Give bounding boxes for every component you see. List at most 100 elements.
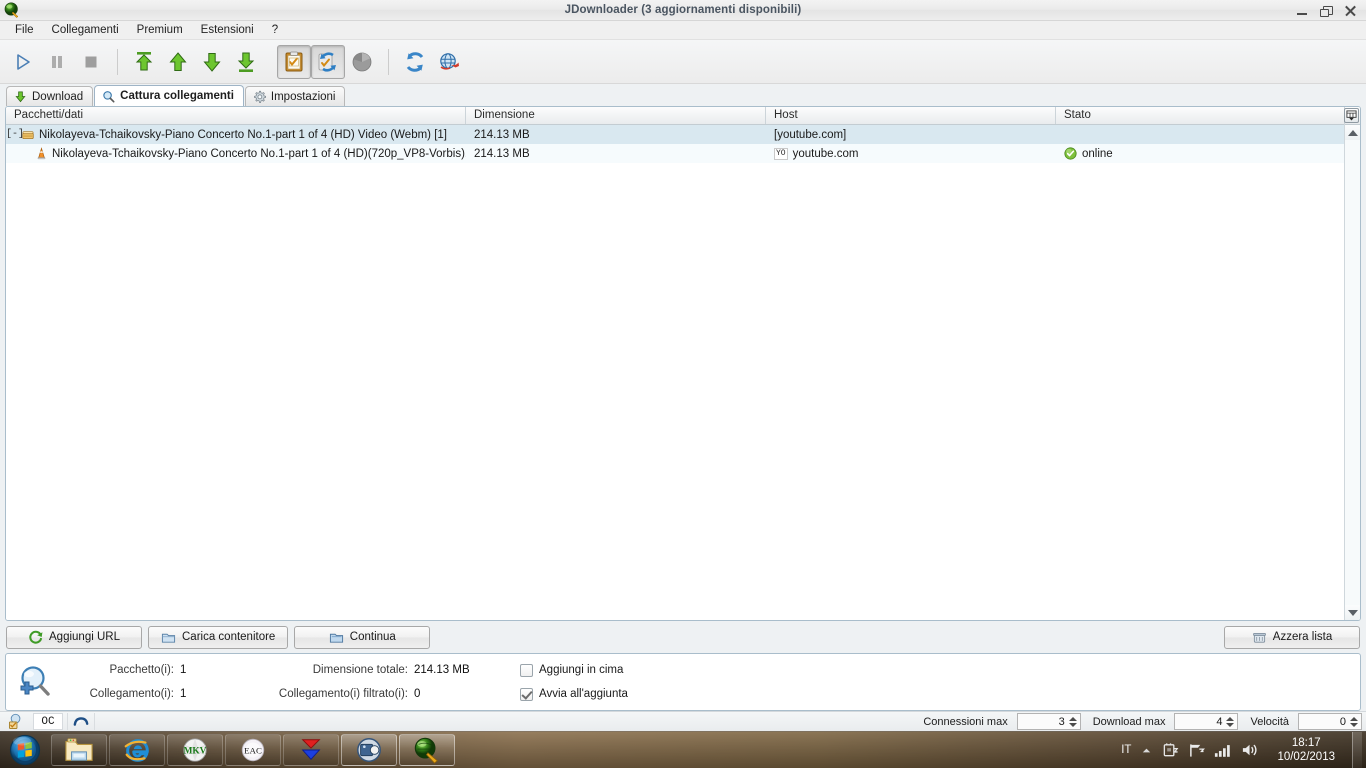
- spinner-up-arrow[interactable]: [1350, 716, 1358, 721]
- column-header-host[interactable]: Host: [766, 107, 1056, 124]
- menu-file[interactable]: File: [6, 21, 43, 39]
- taskbar-media-player[interactable]: [341, 734, 397, 766]
- link-status-icon: [73, 716, 89, 726]
- speaker-icon[interactable]: [1241, 742, 1260, 758]
- spinner-up-arrow[interactable]: [1226, 716, 1235, 721]
- max-downloads-spinner[interactable]: 4: [1174, 713, 1239, 730]
- load-container-button[interactable]: Carica contenitore: [148, 625, 289, 649]
- table-row[interactable]: Nikolayeva-Tchaikovsky-Piano Concerto No…: [6, 144, 1344, 163]
- taskbar-clock[interactable]: 18:17 10/02/2013: [1269, 736, 1343, 764]
- clear-list-button[interactable]: Azzera lista: [1224, 625, 1360, 649]
- add-url-button[interactable]: Aggiungi URL: [6, 625, 142, 649]
- add-url-icon: [29, 630, 43, 644]
- network-flag-icon[interactable]: [1188, 743, 1206, 758]
- tab-download-label: Download: [32, 90, 84, 103]
- tab-strip: Download Cattura collegamenti Impostazio…: [0, 84, 1366, 106]
- spinner-down-arrow[interactable]: [1068, 722, 1077, 727]
- flag-plug-icon[interactable]: [1162, 742, 1179, 759]
- scroll-down-button[interactable]: [1345, 605, 1360, 620]
- move-to-top-button[interactable]: [127, 45, 161, 79]
- reconnect-button[interactable]: [398, 45, 432, 79]
- menu-estensioni[interactable]: Estensioni: [192, 21, 263, 39]
- max-downloads-arrows[interactable]: [1226, 716, 1235, 727]
- vertical-scrollbar[interactable]: [1344, 107, 1360, 620]
- link-status-cell[interactable]: [67, 713, 95, 730]
- taskbar-internet-explorer[interactable]: [109, 734, 165, 766]
- toolbar-separator-2: [388, 48, 389, 75]
- taskbar-jdownloader[interactable]: [399, 734, 455, 766]
- menu-collegamenti[interactable]: Collegamenti: [43, 21, 128, 39]
- link-host: youtube.com: [792, 147, 859, 160]
- jdownloader-globe-icon: [414, 737, 438, 764]
- explorer-folder-icon: [65, 738, 93, 761]
- column-header-packages[interactable]: Pacchetti/dati: [6, 107, 466, 124]
- start-on-add-checkbox[interactable]: Avvia all'aggiunta: [520, 687, 628, 701]
- continue-button[interactable]: Continua: [294, 625, 431, 649]
- start-downloads-button[interactable]: [6, 45, 40, 79]
- chevron-up-icon[interactable]: [1140, 744, 1153, 757]
- column-chooser-icon: [1346, 110, 1357, 121]
- clipboard-icon: [285, 51, 303, 71]
- scrollbar-track[interactable]: [1345, 140, 1360, 605]
- link-status-cell: online: [1056, 144, 1344, 163]
- add-on-top-checkbox[interactable]: Aggiungi in cima: [520, 663, 628, 677]
- taskbar-eac[interactable]: EAC: [225, 734, 281, 766]
- column-header-size[interactable]: Dimensione: [466, 107, 766, 124]
- refresh-icon: [406, 51, 424, 72]
- menu-premium[interactable]: Premium: [128, 21, 192, 39]
- status-bar: OC Connessioni max 3 Download max 4 Velo…: [0, 711, 1366, 731]
- taskbar-explorer[interactable]: [51, 734, 107, 766]
- svg-text:EAC: EAC: [244, 746, 262, 756]
- arrow-down-icon: [203, 52, 221, 72]
- spinner-up-arrow[interactable]: [1068, 716, 1077, 721]
- links-value: 1: [180, 688, 187, 700]
- scroll-up-arrow: [1347, 129, 1358, 136]
- spinner-down-arrow[interactable]: [1226, 722, 1235, 727]
- linkgrabber-panel: Pacchetti/dati Dimensione Host Stato [-]: [5, 106, 1361, 621]
- expander-toggle[interactable]: [-]: [6, 129, 24, 140]
- start-button[interactable]: [0, 732, 50, 769]
- max-connections-spinner[interactable]: 3: [1016, 713, 1081, 730]
- spinner-down-arrow[interactable]: [1350, 722, 1358, 727]
- minimize-button[interactable]: [1296, 4, 1309, 18]
- start-on-add-box[interactable]: [520, 687, 533, 701]
- add-on-top-box[interactable]: [520, 663, 533, 677]
- premium-pie-button[interactable]: [345, 45, 379, 79]
- move-to-bottom-button[interactable]: [229, 45, 263, 79]
- signal-bars-icon[interactable]: [1214, 743, 1232, 758]
- speed-value: 0: [1339, 715, 1346, 728]
- move-down-button[interactable]: [195, 45, 229, 79]
- pause-downloads-button[interactable]: [40, 45, 74, 79]
- tray-language[interactable]: IT: [1121, 744, 1131, 756]
- oc-status-cell[interactable]: OC: [33, 713, 63, 730]
- filtered-label: Collegamento(i) filtrato(i):: [278, 688, 408, 700]
- packages-value: 1: [180, 664, 187, 676]
- scroll-up-button[interactable]: [1345, 125, 1360, 140]
- speed-spinner[interactable]: 0: [1298, 713, 1362, 730]
- menu-help[interactable]: ?: [263, 21, 287, 39]
- filtered-value: 0: [414, 688, 421, 700]
- reconnect-status-wrap[interactable]: [4, 713, 29, 730]
- taskbar-mkvtoolnix[interactable]: MKV: [167, 734, 223, 766]
- clipboard-reconnect-button[interactable]: [311, 44, 345, 79]
- tab-impostazioni[interactable]: Impostazioni: [244, 86, 346, 106]
- reconnect-status-icon: [8, 713, 21, 730]
- table-row[interactable]: [-] Nikolayeva-Tchaikovsky-Piano Concert…: [6, 125, 1344, 144]
- max-connections-label: Connessioni max: [923, 715, 1008, 728]
- move-up-button[interactable]: [161, 45, 195, 79]
- speed-arrows[interactable]: [1350, 716, 1359, 727]
- stop-icon: [85, 56, 97, 67]
- taskbar-jdownloader-tray[interactable]: [283, 734, 339, 766]
- update-button[interactable]: [432, 45, 466, 79]
- maximize-button[interactable]: [1320, 4, 1333, 18]
- stop-downloads-button[interactable]: [74, 45, 108, 79]
- close-button[interactable]: [1344, 4, 1357, 18]
- show-desktop-button[interactable]: [1352, 731, 1362, 769]
- max-connections-arrows[interactable]: [1068, 716, 1078, 727]
- column-header-status[interactable]: Stato: [1056, 107, 1344, 124]
- column-chooser-button[interactable]: [1344, 108, 1359, 123]
- tab-download[interactable]: Download: [6, 86, 94, 106]
- clipboard-monitor-button[interactable]: [277, 44, 311, 79]
- tab-cattura-collegamenti[interactable]: Cattura collegamenti: [94, 85, 244, 106]
- scroll-down-arrow: [1347, 609, 1358, 616]
